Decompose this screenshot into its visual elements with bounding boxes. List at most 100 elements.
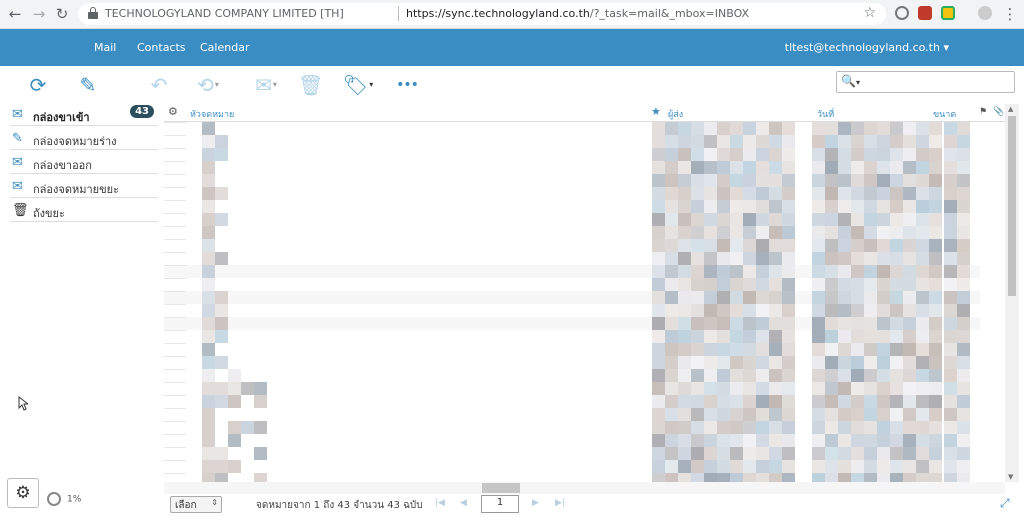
- table-row[interactable]: [164, 434, 980, 447]
- table-row[interactable]: [164, 408, 980, 421]
- column-from[interactable]: ผู้ส่ง: [668, 107, 683, 121]
- table-row[interactable]: [164, 226, 980, 239]
- lock-extension-icon[interactable]: [941, 6, 955, 20]
- table-row[interactable]: [164, 278, 980, 291]
- folder-label: กล่องจดหมายร่าง: [33, 135, 117, 148]
- first-page-icon[interactable]: |◀: [435, 498, 445, 508]
- inbox-icon: ✉: [12, 107, 23, 122]
- reload-icon[interactable]: ↻: [53, 5, 71, 23]
- folder-inbox[interactable]: ✉ กล่องขาเข้า 43: [10, 102, 158, 126]
- column-flag-star-icon[interactable]: ★: [651, 105, 661, 118]
- table-row[interactable]: [164, 395, 980, 408]
- column-size[interactable]: ขนาด: [933, 107, 956, 121]
- forward-icon[interactable]: →: [30, 5, 48, 23]
- vertical-scrollbar[interactable]: ▲ ▼: [1005, 104, 1019, 482]
- table-row[interactable]: [164, 291, 980, 304]
- select-dropdown[interactable]: เลือก ⇕: [170, 496, 222, 513]
- folder-list: ✉ กล่องขาเข้า 43 ✎ กล่องจดหมายร่าง ✉ กล่…: [0, 102, 158, 222]
- column-attachment-icon[interactable]: 📎: [993, 107, 1004, 117]
- table-row[interactable]: [164, 447, 980, 460]
- reply-icon[interactable]: ↶: [146, 72, 172, 98]
- table-row[interactable]: [164, 174, 980, 187]
- table-row[interactable]: [164, 317, 980, 330]
- delete-icon[interactable]: 🗑: [298, 72, 323, 98]
- quota-indicator: 1%: [47, 492, 81, 506]
- refresh-icon[interactable]: ⟳: [26, 72, 50, 98]
- folder-label: กล่องจดหมายขยะ: [33, 183, 119, 196]
- table-row[interactable]: [164, 239, 980, 252]
- message-list: [164, 122, 980, 482]
- table-row[interactable]: [164, 187, 980, 200]
- star-icon[interactable]: ☆: [863, 5, 876, 21]
- junk-icon: ✉: [12, 179, 23, 194]
- folder-drafts[interactable]: ✎ กล่องจดหมายร่าง: [10, 126, 158, 150]
- site-identity: TECHNOLOGYLAND COMPANY LIMITED [TH]: [105, 7, 344, 20]
- folder-label: กล่องขาออก: [33, 159, 92, 172]
- table-row[interactable]: [164, 148, 980, 161]
- folder-trash[interactable]: 🗑 ถังขยะ: [10, 198, 158, 222]
- reply-all-button[interactable]: ⟲▾: [188, 72, 228, 98]
- search-icon[interactable]: 🔍▾: [841, 74, 860, 88]
- back-icon[interactable]: ←: [6, 5, 24, 23]
- browser-chrome: ← → ↻ TECHNOLOGYLAND COMPANY LIMITED [TH…: [0, 0, 1024, 29]
- table-row[interactable]: [164, 473, 980, 482]
- scroll-thumb[interactable]: [1008, 116, 1016, 296]
- table-row[interactable]: [164, 161, 980, 174]
- tag-button[interactable]: 🏷▾: [342, 72, 374, 98]
- folder-sent[interactable]: ✉ กล่องขาออก: [10, 150, 158, 174]
- chevron-down-icon: ▾: [369, 80, 374, 89]
- profile-avatar[interactable]: [978, 6, 992, 20]
- forward-button[interactable]: ✉▾: [246, 72, 286, 98]
- search-box[interactable]: 🔍▾: [836, 71, 1015, 93]
- last-page-icon[interactable]: ▶|: [555, 498, 565, 508]
- table-row[interactable]: [164, 382, 980, 395]
- table-row[interactable]: [164, 330, 980, 343]
- next-page-icon[interactable]: ▶: [532, 498, 539, 508]
- search-input[interactable]: [863, 74, 1008, 90]
- folder-junk[interactable]: ✉ กล่องจดหมายขยะ: [10, 174, 158, 198]
- quota-ring-icon: [47, 492, 61, 506]
- expand-icon[interactable]: ⤢: [1000, 496, 1010, 511]
- table-row[interactable]: [164, 252, 980, 265]
- footer: ⚙ 1% เลือก ⇕ จดหมายจาก 1 ถึง 43 จำนวน 43 …: [0, 478, 1024, 521]
- mouse-cursor-icon: [18, 396, 28, 411]
- table-row[interactable]: [164, 122, 980, 135]
- table-row[interactable]: [164, 369, 980, 382]
- column-date[interactable]: วันที่: [817, 107, 834, 121]
- nav-mail[interactable]: Mail: [94, 41, 116, 54]
- list-options-icon[interactable]: ⚙: [168, 105, 178, 118]
- message-count-text: จดหมายจาก 1 ถึง 43 จำนวน 43 ฉบับ: [256, 500, 423, 511]
- forward-icon: ✉: [255, 73, 272, 97]
- compose-icon[interactable]: ✎: [76, 72, 100, 98]
- user-menu[interactable]: tltest@technologyland.co.th ▾: [785, 41, 949, 54]
- nav-calendar[interactable]: Calendar: [200, 41, 249, 54]
- table-row[interactable]: [164, 460, 980, 473]
- chevron-down-icon: ▾: [272, 80, 277, 89]
- mail-toolbar: ⟳ ✎ ↶ ⟲▾ ✉▾ 🗑 🏷▾ ••• 🔍▾: [0, 66, 1024, 104]
- column-subject[interactable]: หัวจดหมาย: [190, 107, 234, 121]
- more-icon[interactable]: •••: [394, 72, 420, 98]
- address-bar[interactable]: TECHNOLOGYLAND COMPANY LIMITED [TH] http…: [78, 3, 886, 25]
- table-row[interactable]: [164, 421, 980, 434]
- lock-icon: [88, 7, 98, 20]
- outbox-icon: ✉: [12, 155, 23, 170]
- nav-contacts[interactable]: Contacts: [137, 41, 186, 54]
- table-row[interactable]: [164, 135, 980, 148]
- table-row[interactable]: [164, 265, 980, 278]
- pdf-extension-icon[interactable]: [918, 6, 932, 20]
- table-row[interactable]: [164, 356, 980, 369]
- gear-icon: ⚙: [15, 483, 31, 503]
- page-number-input[interactable]: 1: [481, 495, 519, 513]
- prev-page-icon[interactable]: ◀: [460, 498, 467, 508]
- column-flag-icon[interactable]: ⚑: [979, 107, 987, 117]
- pencil-icon: ✎: [12, 131, 23, 146]
- extension-icon[interactable]: [895, 6, 909, 20]
- table-row[interactable]: [164, 213, 980, 226]
- settings-button[interactable]: ⚙: [7, 478, 39, 508]
- menu-icon[interactable]: ⋮: [1001, 5, 1019, 23]
- table-row[interactable]: [164, 343, 980, 356]
- chevron-down-icon: ▾: [214, 80, 219, 89]
- table-row[interactable]: [164, 304, 980, 317]
- message-list-header: ⚙ หัวจดหมาย ★ ผู้ส่ง วันที่ ขนาด ⚑ 📎: [164, 104, 1010, 122]
- table-row[interactable]: [164, 200, 980, 213]
